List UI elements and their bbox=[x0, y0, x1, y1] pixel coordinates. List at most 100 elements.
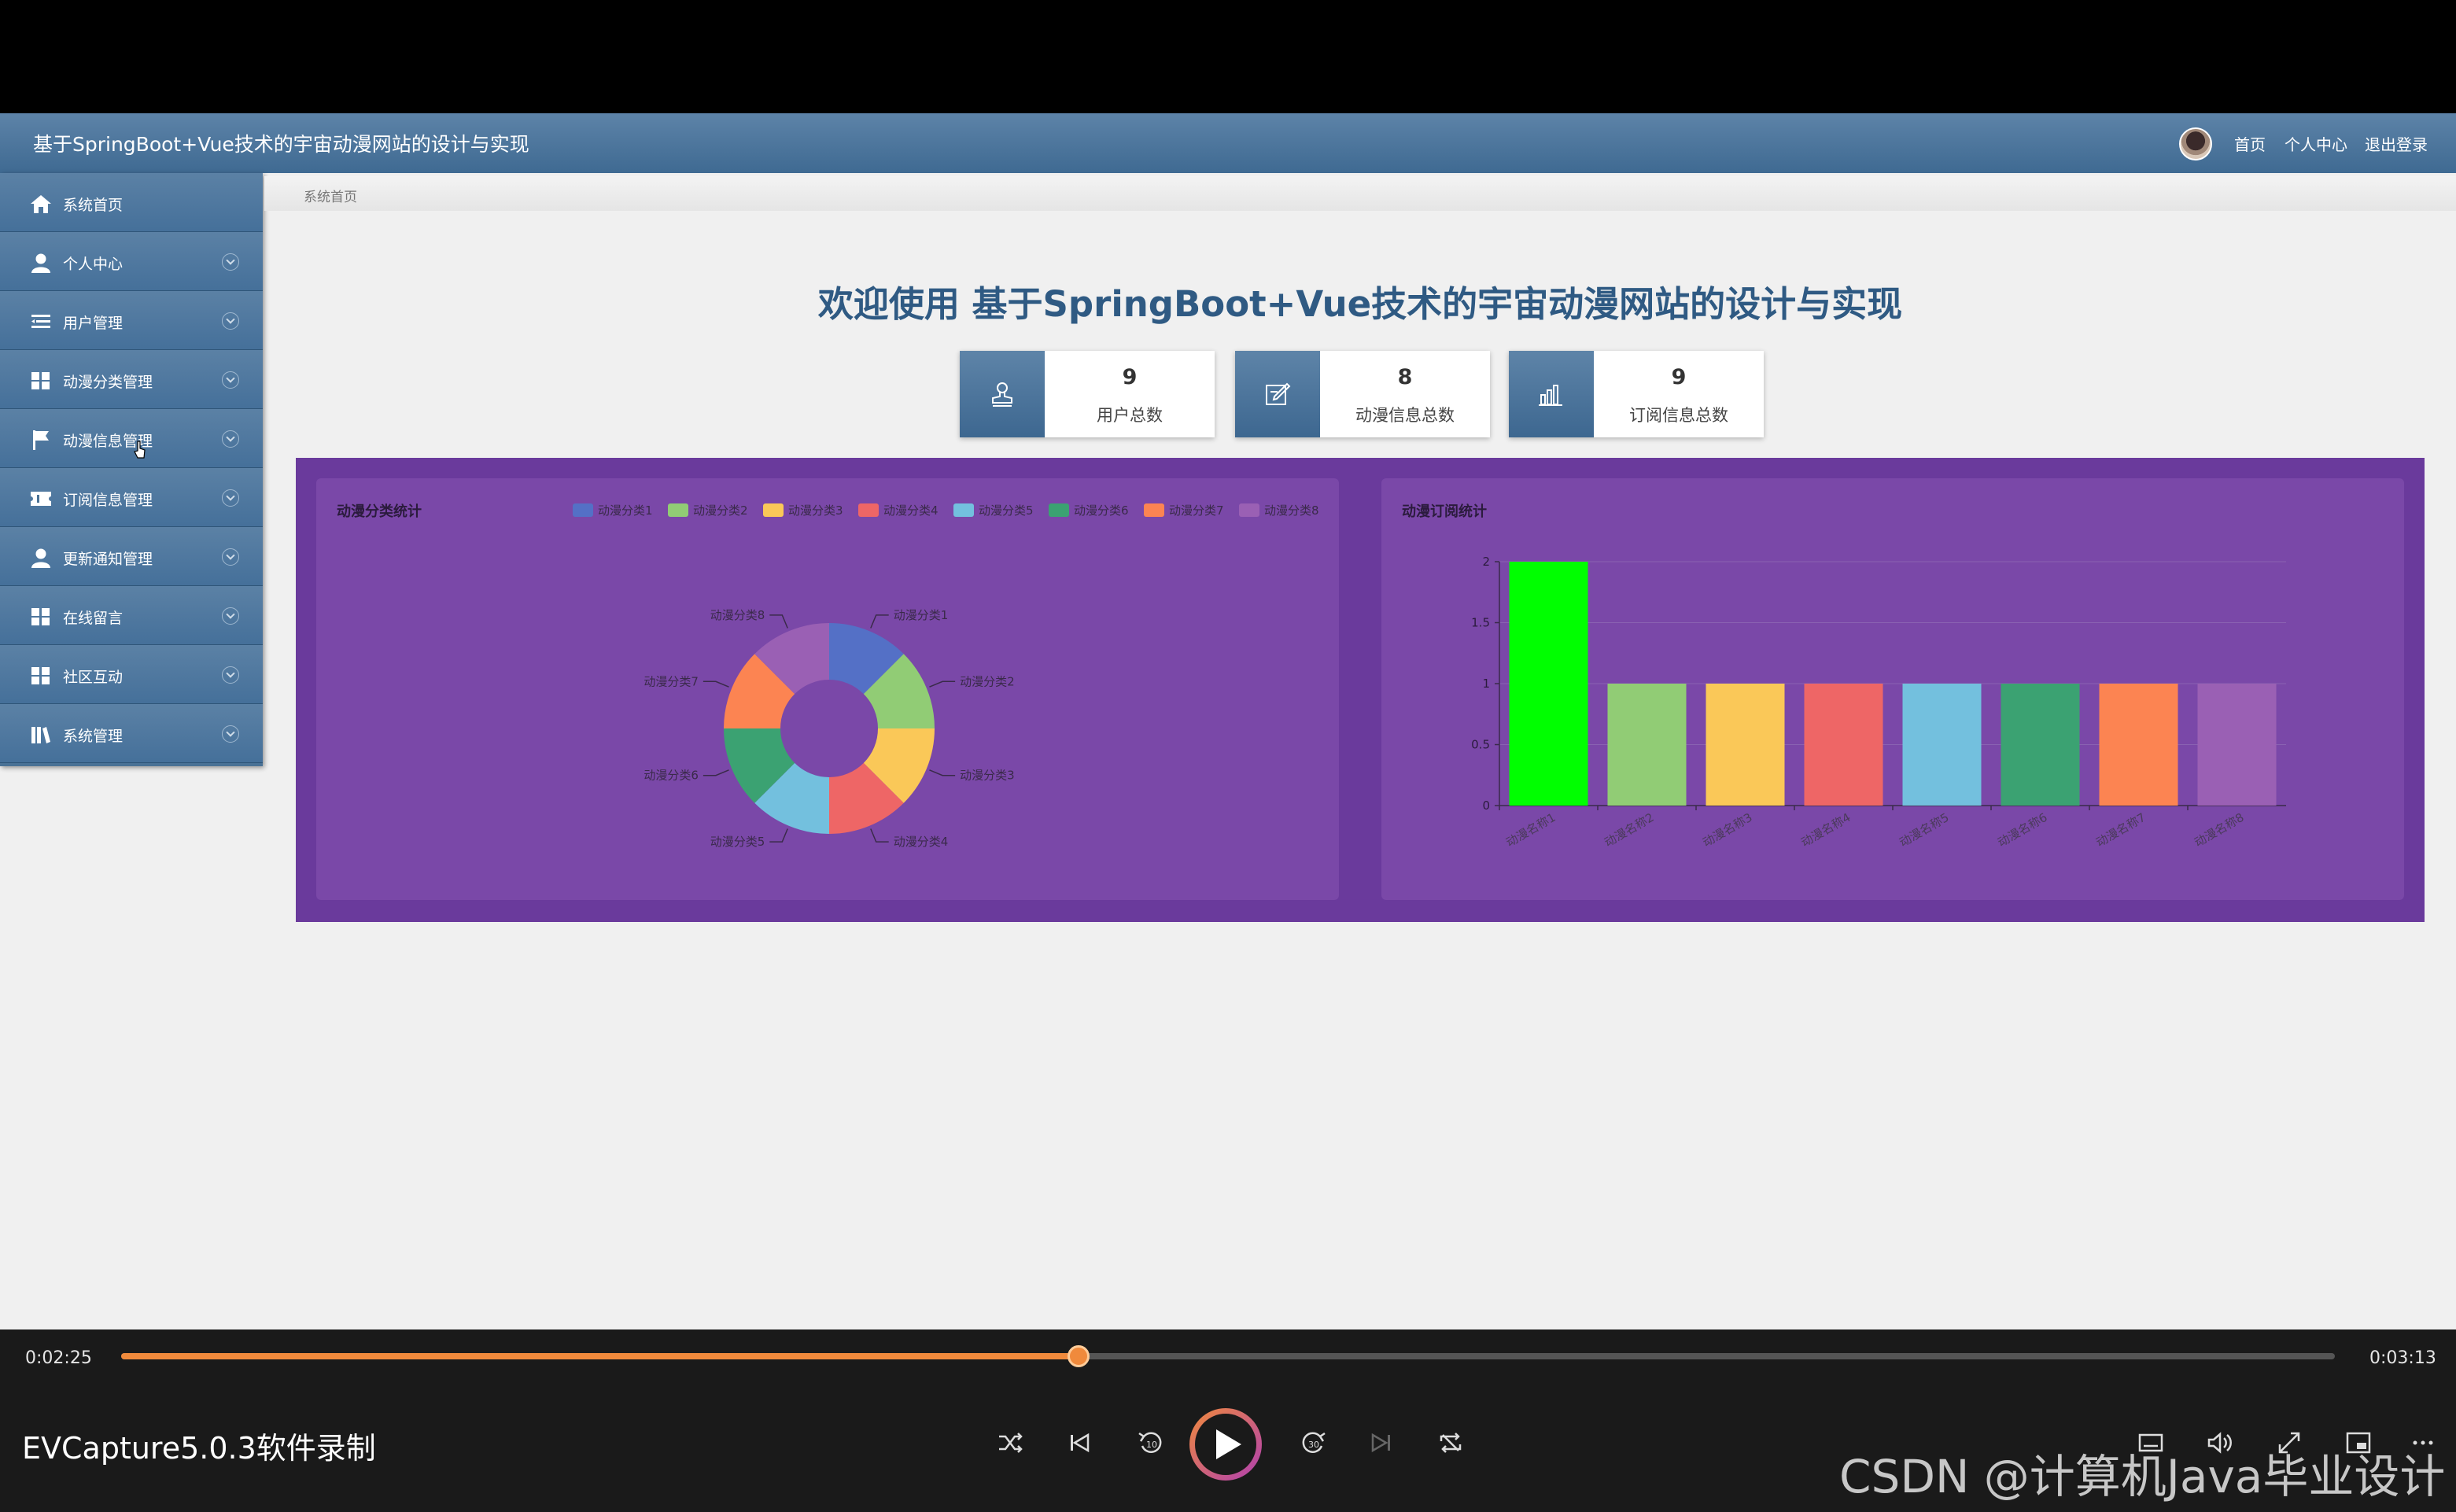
repeat-icon[interactable] bbox=[1435, 1427, 1466, 1459]
y-tick-label: 1.5 bbox=[1471, 616, 1490, 630]
mouse-cursor-icon bbox=[134, 441, 146, 459]
legend-label: 动漫分类3 bbox=[788, 503, 843, 518]
pie-label-line bbox=[929, 769, 956, 776]
sidebar-item-profile[interactable]: 个人中心 bbox=[0, 232, 263, 291]
nav-profile-link[interactable]: 个人中心 bbox=[2285, 132, 2347, 155]
pie-label: 动漫分类3 bbox=[960, 769, 1015, 783]
watermark-text: CSDN @计算机Java毕业设计 bbox=[1839, 1450, 2446, 1503]
next-icon[interactable] bbox=[1366, 1427, 1397, 1459]
x-tick-label: 动漫名称1 bbox=[1503, 810, 1558, 850]
pie-label: 动漫分类7 bbox=[644, 674, 699, 688]
x-tick-label: 动漫名称3 bbox=[1700, 810, 1754, 850]
pie-label: 动漫分类5 bbox=[710, 835, 765, 849]
flag-icon bbox=[33, 430, 49, 450]
home-icon bbox=[31, 195, 51, 213]
sidebar-item-subscription[interactable]: 订阅信息管理 bbox=[0, 468, 263, 527]
sidebar-item-label: 更新通知管理 bbox=[63, 551, 153, 568]
sidebar-item-label: 动漫分类管理 bbox=[63, 374, 153, 391]
legend-label: 动漫分类1 bbox=[598, 503, 653, 518]
chevron-down-icon[interactable] bbox=[222, 666, 239, 684]
stat-card-users: 9 用户总数 bbox=[960, 351, 1215, 437]
sidebar-item-category[interactable]: 动漫分类管理 bbox=[0, 350, 263, 409]
x-tick-label: 动漫名称6 bbox=[1995, 810, 2049, 850]
sidebar-item-home[interactable]: 系统首页 bbox=[0, 173, 263, 232]
app-title: 基于SpringBoot+Vue技术的宇宙动漫网站的设计与实现 bbox=[33, 133, 529, 156]
sidebar-item-system[interactable]: 系统管理 bbox=[0, 704, 263, 763]
legend-label: 动漫分类6 bbox=[1074, 503, 1129, 518]
legend-swatch bbox=[858, 503, 879, 517]
chevron-down-icon[interactable] bbox=[222, 548, 239, 566]
pie-label: 动漫分类2 bbox=[960, 674, 1015, 688]
bar bbox=[1607, 684, 1687, 806]
bar bbox=[2197, 684, 2277, 806]
stat-label: 动漫信息总数 bbox=[1355, 406, 1455, 425]
legend-swatch bbox=[763, 503, 784, 517]
play-button[interactable] bbox=[1189, 1408, 1262, 1481]
nav-logout-link[interactable]: 退出登录 bbox=[2365, 132, 2428, 155]
chevron-down-icon[interactable] bbox=[222, 607, 239, 625]
rewind-10-icon[interactable]: 10 bbox=[1134, 1427, 1166, 1459]
x-tick-label: 动漫名称7 bbox=[2093, 810, 2148, 850]
bar bbox=[1902, 684, 1982, 806]
progress-track[interactable] bbox=[121, 1345, 2335, 1367]
legend-label: 动漫分类2 bbox=[693, 503, 748, 518]
legend-label: 动漫分类5 bbox=[979, 503, 1034, 518]
sidebar-item-label: 个人中心 bbox=[63, 256, 124, 273]
shuffle-icon[interactable] bbox=[994, 1427, 1026, 1459]
nav-home-link[interactable]: 首页 bbox=[2234, 132, 2266, 155]
progress-knob[interactable] bbox=[1068, 1345, 1090, 1367]
forward-30-icon[interactable]: 30 bbox=[1298, 1427, 1329, 1459]
grid-icon bbox=[31, 608, 50, 625]
sidebar-item-update-notice[interactable]: 更新通知管理 bbox=[0, 527, 263, 586]
bar-chart-card: 动漫订阅统计 0 0.5 1 1.5 2 动漫名称1 动漫名称2 动漫名称3 动漫名称4 动漫名称… bbox=[1381, 478, 2404, 900]
bar bbox=[1804, 684, 1883, 806]
x-tick-label: 动漫名称2 bbox=[1602, 810, 1656, 850]
legend-swatch bbox=[1239, 503, 1259, 517]
charts-panel: 动漫分类统计 动漫分类1 动漫分类2 动漫分类3 动漫分类4 动漫分类5 动漫分类6 动漫分… bbox=[296, 458, 2425, 922]
sidebar-item-community[interactable]: 社区互动 bbox=[0, 645, 263, 704]
bar bbox=[1706, 684, 1785, 806]
pie-label-line bbox=[769, 828, 788, 843]
chevron-down-icon[interactable] bbox=[222, 371, 239, 389]
total-time: 0:03:13 bbox=[2369, 1348, 2436, 1368]
progress-fill bbox=[121, 1353, 1079, 1359]
pie-label-line bbox=[870, 828, 889, 843]
breadcrumb[interactable]: 系统首页 bbox=[304, 186, 357, 205]
sidebar-item-users[interactable]: 用户管理 bbox=[0, 291, 263, 350]
legend-swatch bbox=[953, 503, 974, 517]
stat-label: 用户总数 bbox=[1097, 406, 1163, 425]
top-bar: 基于SpringBoot+Vue技术的宇宙动漫网站的设计与实现 首页 个人中心 … bbox=[0, 113, 2456, 173]
pie-label: 动漫分类8 bbox=[710, 608, 765, 622]
x-tick-label: 动漫名称5 bbox=[1897, 810, 1951, 850]
pie-label-line bbox=[703, 769, 729, 776]
letterbox-top bbox=[0, 0, 2456, 113]
user-icon bbox=[31, 253, 50, 273]
bar-chart: 0 0.5 1 1.5 2 动漫名称1 动漫名称2 动漫名称3 动漫名称4 动漫名称5 动漫名称6 动… bbox=[1471, 555, 2286, 850]
y-tick-label: 0.5 bbox=[1471, 738, 1490, 752]
bar bbox=[1509, 562, 1588, 806]
library-icon bbox=[31, 727, 50, 743]
chevron-down-icon[interactable] bbox=[222, 253, 239, 271]
chevron-down-icon[interactable] bbox=[222, 489, 239, 507]
sidebar-item-anime-info[interactable]: 动漫信息管理 bbox=[0, 409, 263, 468]
sidebar-item-label: 在线留言 bbox=[63, 610, 124, 627]
y-tick-label: 1 bbox=[1482, 677, 1490, 691]
chevron-down-icon[interactable] bbox=[222, 430, 239, 448]
sidebar-item-message[interactable]: 在线留言 bbox=[0, 586, 263, 645]
page-title: 欢迎使用 基于SpringBoot+Vue技术的宇宙动漫网站的设计与实现 bbox=[817, 283, 1903, 325]
previous-icon[interactable] bbox=[1064, 1427, 1095, 1459]
sidebar-item-label: 系统管理 bbox=[63, 728, 124, 745]
chevron-down-icon[interactable] bbox=[222, 725, 239, 743]
pie-label-line bbox=[769, 614, 788, 629]
bar-chart-icon bbox=[1539, 385, 1562, 406]
video-player: 0:02:25 0:03:13 EVCapture5.0.3软件录制 10 30… bbox=[0, 1329, 2456, 1512]
stat-value: 8 bbox=[1397, 365, 1413, 389]
avatar[interactable] bbox=[2179, 127, 2212, 160]
chevron-down-icon[interactable] bbox=[222, 312, 239, 330]
stat-value: 9 bbox=[1671, 365, 1687, 389]
legend-label: 动漫分类4 bbox=[883, 503, 939, 518]
pie-label-line bbox=[929, 680, 956, 688]
pie-label: 动漫分类1 bbox=[894, 608, 949, 622]
stat-label: 订阅信息总数 bbox=[1629, 406, 1728, 425]
breadcrumb-bar: 系统首页 bbox=[264, 176, 2456, 211]
